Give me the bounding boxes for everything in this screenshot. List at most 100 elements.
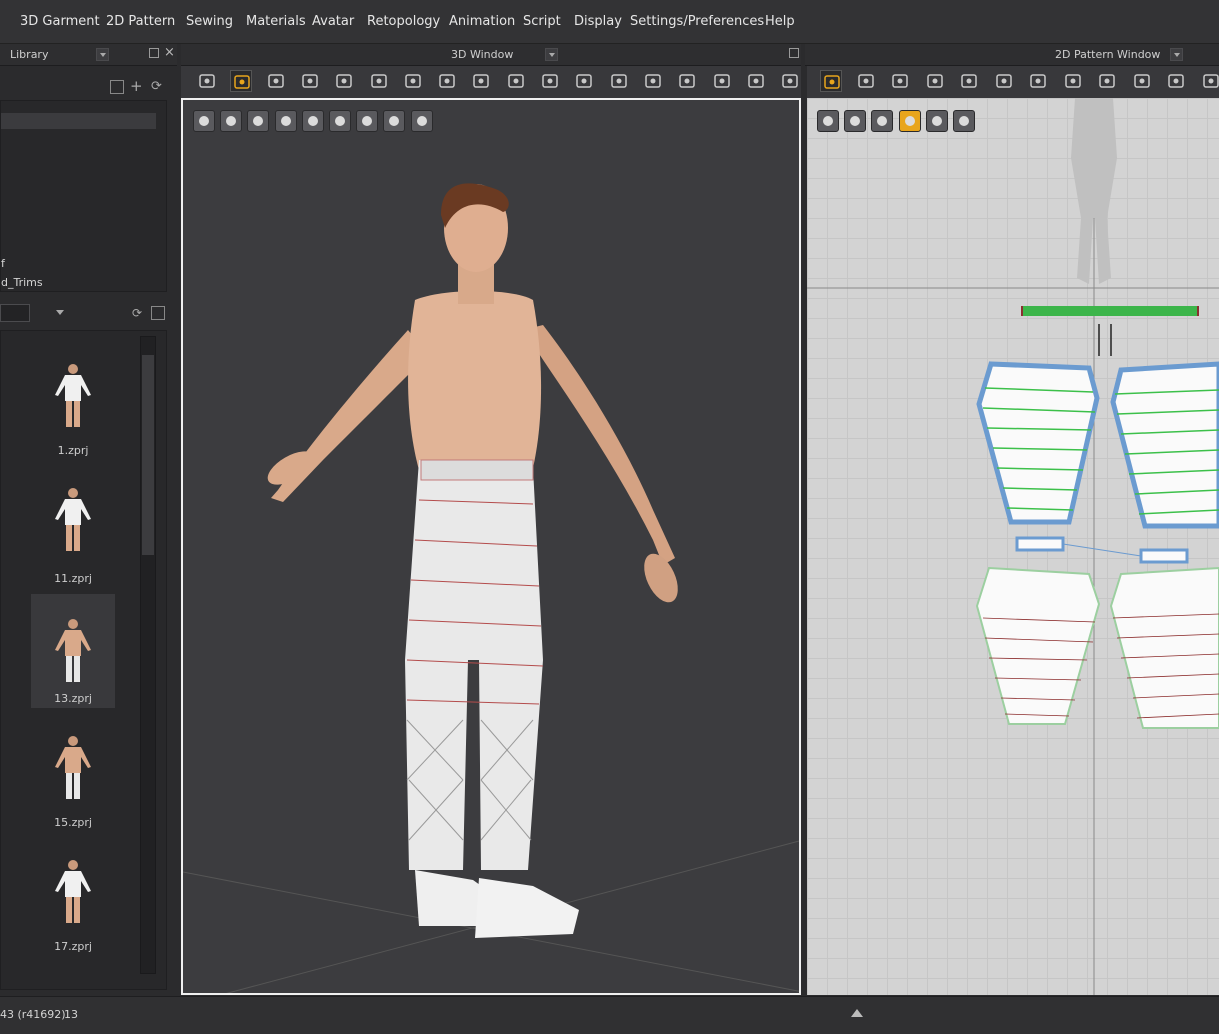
library-scrollbar[interactable] [140,336,156,974]
texture-icon[interactable] [247,110,270,132]
avatar-thumbnail [55,488,91,551]
line-icon[interactable] [1200,70,1219,92]
status-count: 13 [64,1008,78,1021]
thickness-icon[interactable] [301,110,324,132]
segment-sew-icon[interactable] [1131,70,1153,92]
menu-3d-garment[interactable]: 3D Garment [20,14,100,29]
refresh-icon[interactable]: ⟳ [132,306,142,320]
avatar-thumbnail [55,364,91,427]
scrollbar-thumb[interactable] [142,355,154,555]
rectangle-icon[interactable] [889,70,911,92]
tree-item[interactable]: d_Trims [1,276,43,289]
avatar-thumbnail [55,736,91,799]
menu-materials[interactable]: Materials [246,14,306,29]
point-icon[interactable] [470,70,492,92]
zipper-icon[interactable] [676,70,698,92]
avatar-thumbnail [55,860,91,923]
menu-display[interactable]: Display [574,14,622,29]
tape-icon[interactable] [608,70,630,92]
library-tree: f d_Trims [0,100,167,292]
close-icon[interactable]: × [164,45,175,60]
tree-item[interactable]: f [1,257,5,270]
anchor-icon[interactable] [505,70,527,92]
avatar-icon[interactable] [274,110,297,132]
pin-icon[interactable] [333,70,355,92]
export-icon[interactable] [953,110,975,132]
library-item-label: 1.zprj [57,444,89,457]
library-item[interactable]: 1.zprj [31,339,115,457]
menu-sewing[interactable]: Sewing [186,14,233,29]
refresh-icon[interactable]: ⟳ [151,79,162,94]
move-icon[interactable] [230,70,253,92]
add-icon[interactable]: + [130,77,143,95]
undock-icon[interactable] [789,48,799,58]
expand-panel-icon[interactable] [851,1009,863,1017]
export-icon[interactable] [410,110,433,132]
chevron-down-icon[interactable] [56,310,64,315]
library-item-label: 15.zprj [54,816,92,829]
menu-help[interactable]: Help [765,14,795,29]
viewport-3d[interactable] [181,98,801,995]
skin-icon[interactable] [356,110,379,132]
library-item[interactable]: 15.zprj [31,711,115,829]
window3d-dropdown[interactable] [545,48,558,61]
arrange-icon[interactable] [402,70,424,92]
garment-icon[interactable] [925,110,948,132]
library-item-label: 17.zprj [54,940,92,953]
show-garment-icon[interactable] [193,110,215,132]
library-item-label: 11.zprj [54,572,92,585]
sewing-icon[interactable] [573,70,595,92]
library-item-label: 13.zprj [54,692,92,705]
library-item[interactable]: 11.zprj [31,463,115,585]
transform-pattern-icon[interactable] [820,70,842,92]
pattern2d-title: 2D Pattern Window [1055,48,1161,61]
download-icon[interactable] [110,80,124,94]
menu-bar: 3D Garment 2D Pattern Sewing Materials A… [0,0,1219,44]
stripes-icon[interactable] [1165,70,1187,92]
pleat-icon[interactable] [958,70,980,92]
library-item[interactable]: 17.zprj [31,835,115,953]
info-icon[interactable] [871,110,894,132]
tuck-icon[interactable] [436,70,458,92]
pattern-canvas [807,98,1219,995]
menu-2d-pattern[interactable]: 2D Pattern [106,14,175,29]
cube-icon[interactable] [898,110,921,132]
shirt-icon[interactable] [844,110,867,132]
menu-retopology[interactable]: Retopology [367,14,440,29]
tree-row-selected[interactable] [1,113,156,129]
stitch-icon[interactable] [329,110,351,132]
fold-icon[interactable] [299,70,321,92]
library-dropdown[interactable] [96,48,109,61]
sewing-icon[interactable] [1096,70,1118,92]
menu-avatar[interactable]: Avatar [312,14,354,29]
status-version: 43 (r41692) [0,1008,66,1021]
internal-rect-icon[interactable] [924,70,946,92]
list-view-icon[interactable] [151,306,165,320]
bead-icon[interactable] [779,70,801,92]
library-title: Library [10,48,49,61]
edit-pattern-icon[interactable] [265,70,287,92]
cut-icon[interactable] [711,70,733,92]
hide-icon[interactable] [1062,70,1084,92]
show-avatar-icon[interactable] [220,110,243,132]
button-icon[interactable] [642,70,664,92]
segment-icon[interactable] [368,70,390,92]
menu-settings-preferences[interactable]: Settings/Preferences [630,14,764,29]
pen-icon[interactable] [817,110,839,132]
status-bar: 43 (r41692) 13 [0,996,1219,1034]
edit-point-icon[interactable] [855,70,877,92]
select-mesh-icon[interactable] [196,70,218,92]
ball-icon[interactable] [383,110,406,132]
rotate-icon[interactable] [993,70,1015,92]
pattern-window-2d[interactable] [807,98,1219,995]
grid-icon[interactable] [1027,70,1049,92]
pattern2d-dropdown[interactable] [1170,48,1183,61]
undock-icon[interactable] [149,48,159,58]
filter-input[interactable] [0,304,30,322]
avatar-thumbnail [55,619,91,682]
library-item[interactable]: 13.zprj [31,594,115,708]
menu-script[interactable]: Script [523,14,561,29]
mesh-icon[interactable] [539,70,561,92]
menu-animation[interactable]: Animation [449,14,515,29]
topstitch-icon[interactable] [745,70,767,92]
